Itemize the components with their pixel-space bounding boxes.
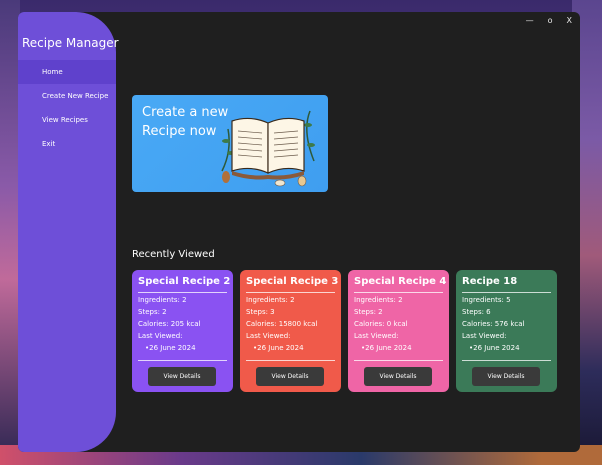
recently-viewed-heading: Recently Viewed — [132, 249, 215, 260]
close-button[interactable]: X — [567, 16, 572, 25]
card-calories: Calories: 0 kcal — [354, 320, 408, 328]
card-divider — [354, 360, 443, 361]
card-steps: Steps: 6 — [462, 308, 491, 316]
recipe-card: Special Recipe 2 Ingredients: 2 Steps: 2… — [132, 270, 233, 392]
recipe-card-title: Special Recipe 3 — [246, 276, 339, 287]
card-last-viewed-label: Last Viewed: — [246, 332, 291, 340]
card-divider — [138, 292, 227, 293]
sidebar-item-create-new-recipe[interactable]: Create New Recipe — [18, 84, 116, 108]
maximize-button[interactable]: o — [548, 16, 553, 25]
sidebar-item-exit[interactable]: Exit — [18, 132, 116, 156]
card-divider — [354, 292, 443, 293]
card-last-viewed-date: •26 June 2024 — [361, 344, 412, 352]
create-recipe-banner[interactable]: Create a new Recipe now — [132, 95, 328, 192]
recipe-card-title: Special Recipe 2 — [138, 276, 231, 287]
app-window: — o X Recipe Manager Home Create New Rec… — [18, 12, 580, 452]
sidebar-item-view-recipes[interactable]: View Recipes — [18, 108, 116, 132]
recipe-card-title: Special Recipe 4 — [354, 276, 447, 287]
recipe-card: Special Recipe 3 Ingredients: 2 Steps: 3… — [240, 270, 341, 392]
card-last-viewed-label: Last Viewed: — [138, 332, 183, 340]
view-details-button[interactable]: View Details — [364, 367, 432, 386]
view-details-button[interactable]: View Details — [472, 367, 540, 386]
card-calories: Calories: 576 kcal — [462, 320, 525, 328]
window-controls: — o X — [526, 16, 572, 25]
card-ingredients: Ingredients: 2 — [354, 296, 403, 304]
card-divider — [246, 360, 335, 361]
card-calories: Calories: 205 kcal — [138, 320, 201, 328]
desktop-wallpaper-left — [0, 0, 20, 465]
card-divider — [462, 360, 551, 361]
recipe-card-title: Recipe 18 — [462, 276, 518, 287]
recipe-card: Recipe 18 Ingredients: 5 Steps: 6 Calori… — [456, 270, 557, 392]
card-ingredients: Ingredients: 2 — [138, 296, 187, 304]
card-steps: Steps: 2 — [354, 308, 383, 316]
card-steps: Steps: 2 — [138, 308, 167, 316]
card-ingredients: Ingredients: 5 — [462, 296, 511, 304]
open-book-icon — [221, 110, 315, 187]
minimize-button[interactable]: — — [526, 16, 534, 25]
card-last-viewed-date: •26 June 2024 — [145, 344, 196, 352]
view-details-button[interactable]: View Details — [256, 367, 324, 386]
card-steps: Steps: 3 — [246, 308, 275, 316]
sidebar-item-home[interactable]: Home — [18, 60, 116, 84]
view-details-button[interactable]: View Details — [148, 367, 216, 386]
card-last-viewed-label: Last Viewed: — [354, 332, 399, 340]
sidebar: Recipe Manager Home Create New Recipe Vi… — [18, 12, 119, 452]
card-last-viewed-label: Last Viewed: — [462, 332, 507, 340]
card-last-viewed-date: •26 June 2024 — [469, 344, 520, 352]
app-title: Recipe Manager — [22, 36, 119, 50]
card-ingredients: Ingredients: 2 — [246, 296, 295, 304]
recipe-card: Special Recipe 4 Ingredients: 2 Steps: 2… — [348, 270, 449, 392]
card-divider — [138, 360, 227, 361]
card-divider — [246, 292, 335, 293]
card-calories: Calories: 15800 kcal — [246, 320, 318, 328]
card-last-viewed-date: •26 June 2024 — [253, 344, 304, 352]
sidebar-nav: Home Create New Recipe View Recipes Exit — [18, 60, 116, 156]
card-divider — [462, 292, 551, 293]
